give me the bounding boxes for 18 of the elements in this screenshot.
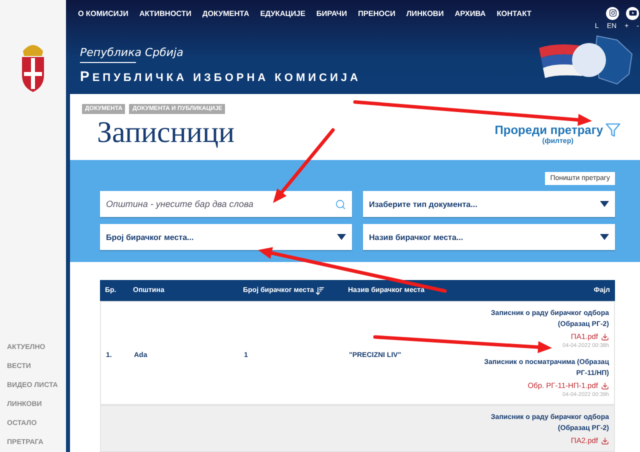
select-dropdown[interactable]: Назив бирачког места... [363,224,615,250]
sort-icon[interactable] [314,286,325,296]
download-icon[interactable] [601,332,609,340]
site-subtitle: Република Србија [80,46,184,59]
download-icon[interactable] [601,382,609,390]
instagram-icon[interactable] [606,6,619,20]
caret-icon [600,234,609,240]
search-field[interactable]: Општина - унесите бар два слова [106,199,335,209]
filter-link[interactable]: Прореди претрагу [494,122,603,136]
site-title: РЕПУБЛИЧКА ИЗБОРНА КОМИСИЈА [80,68,361,84]
select-dropdown[interactable]: Изаберите тип документа... [363,191,615,217]
caret-icon [337,234,346,240]
select-dropdown[interactable]: Број бирачког места... [100,224,352,250]
caret-icon [600,201,609,207]
search-box[interactable]: Општина - унесите бар два слова [100,191,352,217]
download-icon[interactable] [601,436,609,444]
page-title: Записници [97,116,235,150]
youtube-icon[interactable] [626,6,639,20]
